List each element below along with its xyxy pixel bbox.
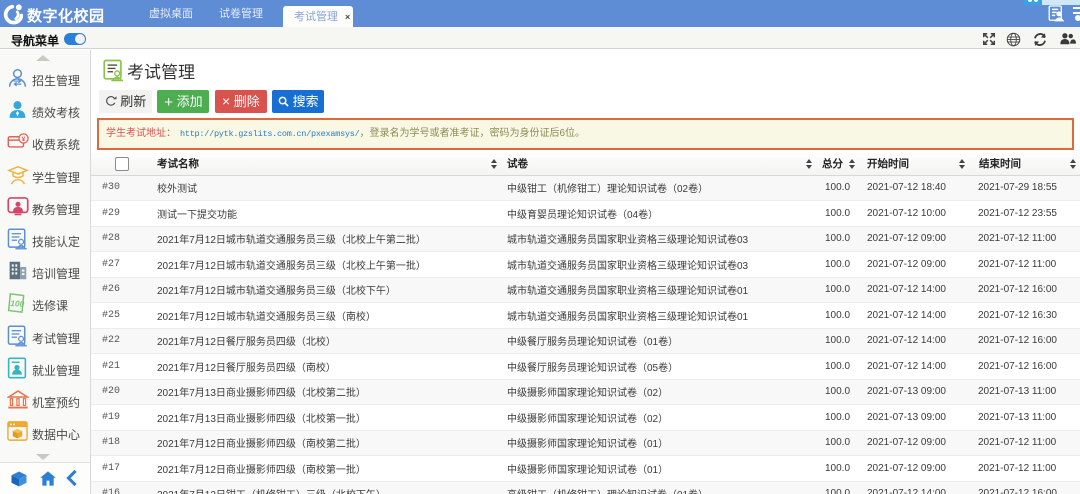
svg-text:100: 100 [10, 298, 25, 309]
svg-text:¥: ¥ [22, 136, 26, 143]
